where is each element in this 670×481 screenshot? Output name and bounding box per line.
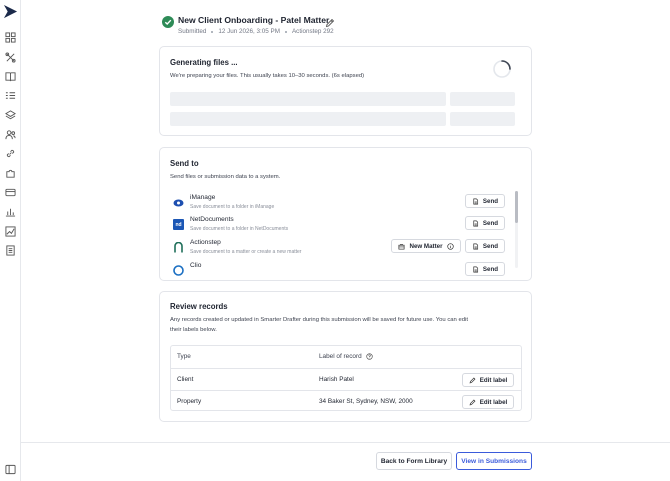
loading-spinner-icon <box>492 59 512 79</box>
review-records-card: Review records Any records created or up… <box>159 291 532 422</box>
scrollbar-thumb[interactable] <box>515 191 518 223</box>
send-button-netdocuments[interactable]: Send <box>465 216 505 230</box>
pencil-icon <box>469 399 476 405</box>
list-item-netdocuments: nd NetDocuments Save document to a folde… <box>170 216 516 234</box>
card-icon[interactable] <box>5 187 16 198</box>
success-check-icon <box>162 16 174 28</box>
info-icon <box>446 242 454 250</box>
send-button-clio[interactable]: Send <box>465 262 505 276</box>
actionstep-logo-icon <box>173 242 184 253</box>
send-button-actionstep[interactable]: Send <box>465 239 505 253</box>
pencil-icon <box>469 377 476 383</box>
column-header-type: Type <box>177 353 191 360</box>
separator-dot <box>211 30 214 33</box>
sidebar <box>0 0 21 481</box>
loading-skeleton <box>450 112 515 126</box>
loading-skeleton <box>170 112 446 126</box>
record-type: Client <box>177 376 194 383</box>
submission-meta: Submitted 12 Jun 2026, 3:05 PM Actionste… <box>178 28 334 35</box>
netdocuments-logo-icon: nd <box>173 219 184 230</box>
edit-label-button[interactable]: Edit label <box>462 373 514 387</box>
edit-title-icon[interactable] <box>325 15 335 28</box>
dashboard-icon[interactable] <box>5 32 16 43</box>
record-label: Harish Patel <box>319 376 354 383</box>
collapse-sidebar-icon[interactable] <box>5 464 16 475</box>
service-description: Save document to a folder in iManage <box>190 204 275 210</box>
puzzle-icon[interactable] <box>5 168 16 179</box>
generating-card: Generating files ... We're preparing you… <box>159 46 532 136</box>
new-matter-label: New Matter <box>409 242 443 250</box>
service-name: Clio <box>190 262 202 269</box>
service-description: Save document to a matter or create a ne… <box>190 249 302 255</box>
status-text: Submitted <box>178 28 207 35</box>
send-label: Send <box>482 219 499 227</box>
imanage-logo-icon <box>173 197 184 208</box>
record-type: Property <box>177 398 202 405</box>
record-label: 34 Baker St, Sydney, NSW, 2000 <box>319 398 413 405</box>
bar-chart-icon[interactable] <box>5 206 16 217</box>
new-matter-button[interactable]: New Matter <box>391 239 461 253</box>
send-to-card: Send to Send files or submission data to… <box>159 147 532 281</box>
column-header-label: Label of record <box>319 353 373 360</box>
review-description-line2: their labels below. <box>170 327 217 333</box>
loading-skeleton <box>450 92 515 106</box>
edit-label-text: Edit label <box>479 398 508 406</box>
page-title: New Client Onboarding - Patel Matter <box>178 15 330 25</box>
list-item-imanage: iManage Save document to a folder in iMa… <box>170 194 516 212</box>
table-row: Client Harish Patel Edit label <box>171 368 521 390</box>
send-label: Send <box>482 197 499 205</box>
list-item-actionstep: Actionstep Save document to a matter or … <box>170 239 516 257</box>
table-row: Property 34 Baker St, Sydney, NSW, 2000 … <box>171 390 521 412</box>
submission-date: 12 Jun 2026, 3:05 PM <box>218 28 280 35</box>
matter-ref: Actionstep 292 <box>291 28 334 35</box>
help-icon[interactable] <box>365 353 373 360</box>
scrollbar[interactable] <box>515 191 518 268</box>
send-to-description: Send files or submission data to a syste… <box>170 174 281 180</box>
loading-skeleton <box>170 92 446 106</box>
analytics-icon[interactable] <box>5 226 16 237</box>
list-item-clio: Clio Send <box>170 262 516 280</box>
column-header-label-text: Label of record <box>319 353 362 360</box>
footer-divider <box>21 442 670 443</box>
table-header-row: Type Label of record <box>171 346 521 368</box>
send-button-imanage[interactable]: Send <box>465 194 505 208</box>
app-logo[interactable] <box>3 4 18 19</box>
send-label: Send <box>482 265 499 273</box>
service-name: Actionstep <box>190 239 221 246</box>
records-table: Type Label of record Client Harish Patel… <box>170 345 522 411</box>
netdocuments-abbr: nd <box>175 221 182 228</box>
review-description-line1: Any records created or updated in Smarte… <box>170 317 468 323</box>
tools-icon[interactable] <box>5 52 16 63</box>
view-in-submissions-button[interactable]: View in Submissions <box>456 452 532 470</box>
clio-logo-icon <box>173 265 184 276</box>
edit-label-text: Edit label <box>479 376 508 384</box>
layers-icon[interactable] <box>5 110 16 121</box>
back-to-form-library-button[interactable]: Back to Form Library <box>376 452 452 470</box>
service-description: Save document to a folder in NetDocument… <box>190 226 289 232</box>
book-icon[interactable] <box>5 71 16 82</box>
document-icon[interactable] <box>5 245 16 256</box>
list-icon[interactable] <box>5 90 16 101</box>
separator-dot <box>284 30 287 33</box>
service-name: NetDocuments <box>190 216 234 223</box>
send-label: Send <box>482 242 499 250</box>
send-to-title: Send to <box>170 159 199 168</box>
link-icon[interactable] <box>5 148 16 159</box>
generating-title: Generating files ... <box>170 58 238 67</box>
edit-label-button[interactable]: Edit label <box>462 395 514 409</box>
service-name: iManage <box>190 194 216 201</box>
review-title: Review records <box>170 302 228 311</box>
generating-description: We're preparing your files. This usually… <box>170 73 365 79</box>
users-icon[interactable] <box>5 129 16 140</box>
